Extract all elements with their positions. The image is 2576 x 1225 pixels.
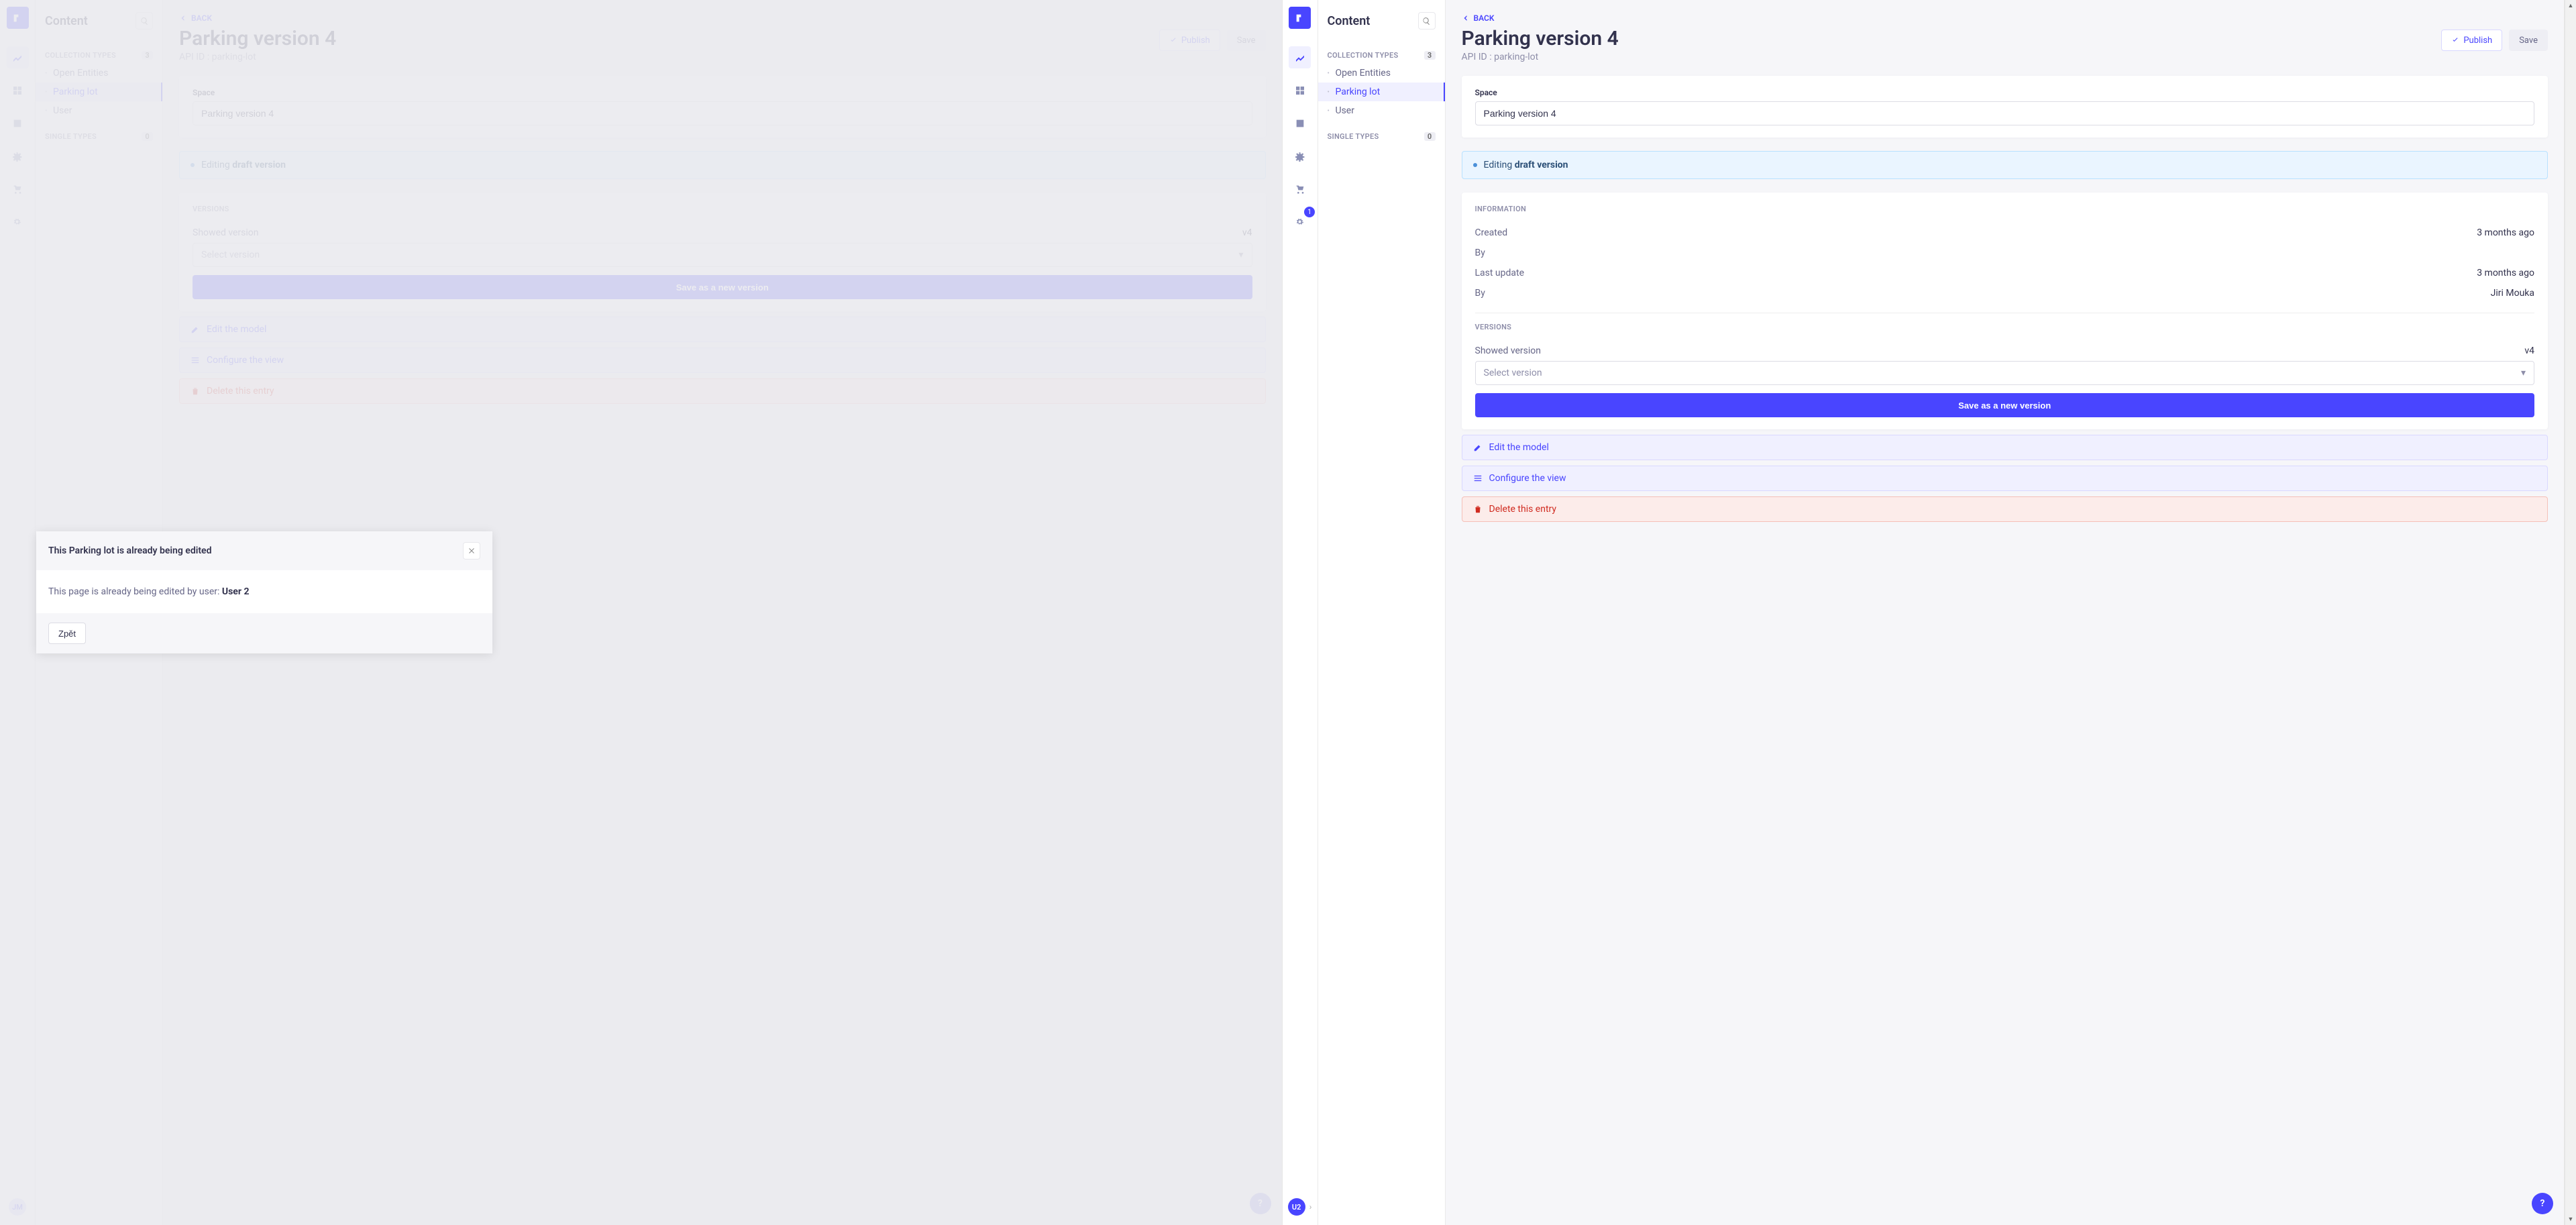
- modal-title: This Parking lot is already being edited: [48, 545, 211, 556]
- edit-model-link[interactable]: Edit the model: [1462, 435, 2548, 460]
- sidebar-title: Content: [1328, 14, 1371, 28]
- help-fab[interactable]: ?: [2532, 1193, 2553, 1214]
- versions-section-title: VERSIONS: [1475, 323, 2535, 331]
- user-avatar[interactable]: U2: [1288, 1198, 1305, 1216]
- nav-marketplace-icon[interactable]: [1289, 178, 1311, 200]
- settings-badge: 1: [1304, 207, 1315, 217]
- created-value: 3 months ago: [2477, 227, 2534, 238]
- space-label: Space: [1475, 88, 2535, 97]
- chevron-down-icon: ▾: [2521, 368, 2526, 378]
- configure-view-link[interactable]: Configure the view: [1462, 466, 2548, 491]
- collection-count-badge: 3: [1424, 51, 1436, 60]
- nav-plugins-icon[interactable]: [1289, 145, 1311, 167]
- save-new-version-button[interactable]: Save as a new version: [1475, 393, 2535, 417]
- last-update-value: 3 months ago: [2477, 268, 2534, 278]
- showed-version-value: v4: [2524, 345, 2534, 356]
- draft-banner: Editing draft version: [1462, 151, 2548, 179]
- information-section-title: INFORMATION: [1475, 205, 2535, 213]
- modal-back-button[interactable]: Zpět: [48, 623, 86, 644]
- save-button[interactable]: Save: [2509, 30, 2548, 51]
- nav-settings-icon[interactable]: 1: [1289, 211, 1311, 233]
- modal-overlay: This Parking lot is already being edited…: [0, 0, 1282, 1225]
- window-scrollbar[interactable]: ▲ ▼: [2565, 0, 2576, 1225]
- main-content: BACK Parking version 4 API ID : parking-…: [1446, 0, 2565, 1225]
- space-input[interactable]: [1475, 101, 2535, 125]
- status-dot-icon: [1473, 163, 1477, 167]
- content-sidebar: Content COLLECTION TYPES 3 Open Entities…: [1318, 0, 1446, 1225]
- right-pane: 1 U2 › Content COLLECTION TYPES 3: [1283, 0, 2565, 1225]
- updated-by-value: Jiri Mouka: [2491, 288, 2534, 299]
- updated-by-label: By: [1475, 288, 1485, 299]
- chevron-right-icon[interactable]: ›: [1309, 1202, 1312, 1212]
- sidebar-search-button[interactable]: [1418, 12, 1436, 30]
- delete-entry-link[interactable]: Delete this entry: [1462, 496, 2548, 522]
- nav-media-icon[interactable]: [1289, 112, 1311, 134]
- app-logo[interactable]: [1289, 7, 1311, 29]
- scroll-down-icon[interactable]: ▼: [2568, 1214, 2574, 1225]
- nav-content-icon[interactable]: [1289, 46, 1311, 68]
- info-versions-card: INFORMATION Created 3 months ago By Last …: [1462, 193, 2548, 429]
- scroll-up-icon[interactable]: ▲: [2568, 0, 2574, 11]
- nav-builder-icon[interactable]: [1289, 79, 1311, 101]
- api-id: API ID : parking-lot: [1462, 52, 1619, 62]
- space-card: Space: [1462, 76, 2548, 138]
- created-by-label: By: [1475, 248, 1485, 258]
- publish-button[interactable]: Publish: [2441, 30, 2502, 51]
- nav-rail: 1 U2 ›: [1283, 0, 1318, 1225]
- modal-body: This page is already being edited by use…: [36, 570, 492, 613]
- single-types-label: SINGLE TYPES: [1328, 132, 1379, 141]
- created-label: Created: [1475, 227, 1508, 238]
- sidebar-item-open-entities[interactable]: Open Entities: [1318, 64, 1445, 83]
- version-select[interactable]: Select version ▾: [1475, 361, 2535, 385]
- modal-close-button[interactable]: [463, 542, 480, 560]
- back-link[interactable]: BACK: [1462, 13, 2548, 23]
- page-title: Parking version 4: [1462, 27, 1619, 50]
- single-count-badge: 0: [1424, 132, 1436, 141]
- collection-types-label: COLLECTION TYPES: [1328, 51, 1399, 60]
- left-pane: JM Content COLLECTION TYPES 3 Open Entit…: [0, 0, 1283, 1225]
- showed-version-label: Showed version: [1475, 345, 1542, 356]
- edit-lock-modal: This Parking lot is already being edited…: [36, 531, 492, 653]
- last-update-label: Last update: [1475, 268, 1525, 278]
- sidebar-item-parking-lot[interactable]: Parking lot: [1318, 83, 1445, 101]
- sidebar-item-user[interactable]: User: [1318, 101, 1445, 120]
